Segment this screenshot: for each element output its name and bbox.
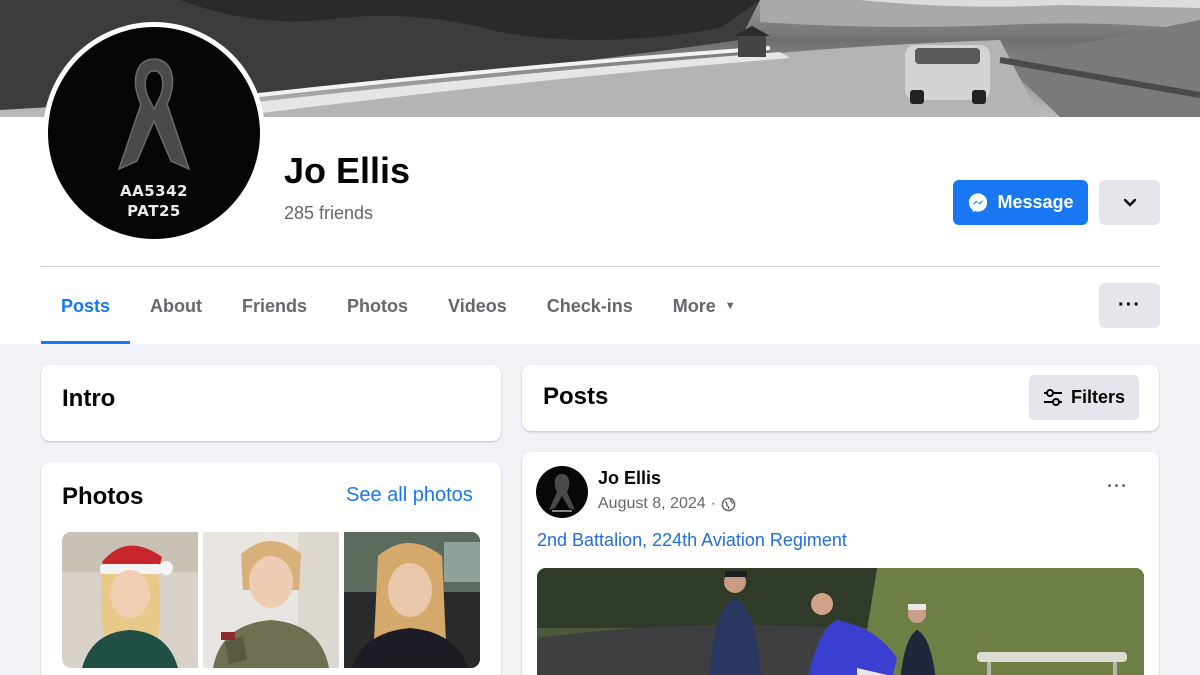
profile-more-options-button[interactable]: ··· (1099, 283, 1160, 328)
photos-title: Photos (62, 483, 144, 510)
post-options-button[interactable]: ··· (1107, 476, 1128, 497)
profile-name: Jo Ellis (284, 150, 411, 191)
tab-photos[interactable]: Photos (327, 268, 428, 344)
photos-card: Photos See all photos (41, 462, 501, 675)
tab-friends[interactable]: Friends (222, 268, 327, 344)
photo-thumbnail-image (203, 532, 339, 668)
friend-count[interactable]: 285 friends (284, 203, 373, 224)
ellipsis-icon: ··· (1118, 294, 1141, 316)
tab-posts[interactable]: Posts (41, 268, 131, 344)
profile-header: AA5342 PAT25 Jo Ellis 285 friends Messag… (0, 0, 1200, 344)
tab-label: Posts (61, 295, 111, 316)
post-author-avatar[interactable] (536, 466, 588, 518)
mourning-ribbon-icon (549, 474, 575, 512)
message-button-label: Message (997, 192, 1074, 212)
photo-thumbnail[interactable] (203, 532, 339, 668)
profile-avatar[interactable]: AA5342 PAT25 (43, 22, 265, 244)
intro-title: Intro (62, 385, 116, 412)
posts-title: Posts (543, 383, 609, 410)
tab-about[interactable]: About (130, 268, 222, 344)
profile-actions-dropdown-button[interactable] (1099, 180, 1160, 225)
caret-down-icon: ▼ (724, 300, 736, 312)
tab-more[interactable]: More ▼ (653, 268, 756, 344)
tab-label: Check-ins (546, 295, 633, 316)
photo-thumbnail[interactable] (62, 532, 198, 668)
photo-thumbnail-image (344, 532, 480, 668)
posts-header-card: Posts Filters (522, 365, 1159, 431)
tab-check-ins[interactable]: Check-ins (527, 268, 653, 344)
mourning-ribbon-icon (117, 58, 191, 171)
post-image[interactable] (537, 568, 1144, 675)
avatar-text-line-2: PAT25 (127, 202, 181, 220)
post-card: Jo Ellis August 8, 2024 · ··· 2nd Battal… (522, 452, 1159, 675)
tab-label: Friends (242, 295, 308, 316)
profile-tabs: Posts About Friends Photos Videos Check-… (41, 268, 756, 344)
tab-label: About (150, 295, 203, 316)
meta-separator: · (710, 495, 716, 512)
avatar-image: AA5342 PAT25 (48, 27, 260, 239)
photo-thumbnail[interactable] (344, 532, 480, 668)
intro-card: Intro (41, 365, 501, 441)
filters-button[interactable]: Filters (1029, 375, 1139, 420)
see-all-photos-link[interactable]: See all photos (346, 484, 473, 507)
photo-thumbnail-image (62, 532, 198, 668)
post-text[interactable]: 2nd Battalion, 224th Aviation Regiment (537, 530, 847, 551)
post-author-name[interactable]: Jo Ellis (598, 468, 661, 489)
tab-videos[interactable]: Videos (428, 268, 527, 344)
filters-button-label: Filters (1070, 387, 1126, 407)
messenger-icon (969, 192, 988, 212)
header-divider (41, 266, 1160, 267)
post-image-photo (537, 568, 1144, 675)
globe-icon (721, 497, 736, 511)
tab-label: Videos (448, 295, 507, 316)
post-meta: August 8, 2024 · (598, 495, 736, 513)
chevron-down-icon (1123, 198, 1136, 207)
message-button[interactable]: Message (953, 180, 1088, 225)
ellipsis-icon: ··· (1107, 476, 1128, 496)
tab-label: Photos (347, 295, 409, 316)
post-date[interactable]: August 8, 2024 (598, 495, 706, 513)
tab-label: More (672, 295, 716, 316)
avatar-text-line-1: AA5342 (120, 182, 188, 200)
sliders-icon (1043, 388, 1062, 406)
